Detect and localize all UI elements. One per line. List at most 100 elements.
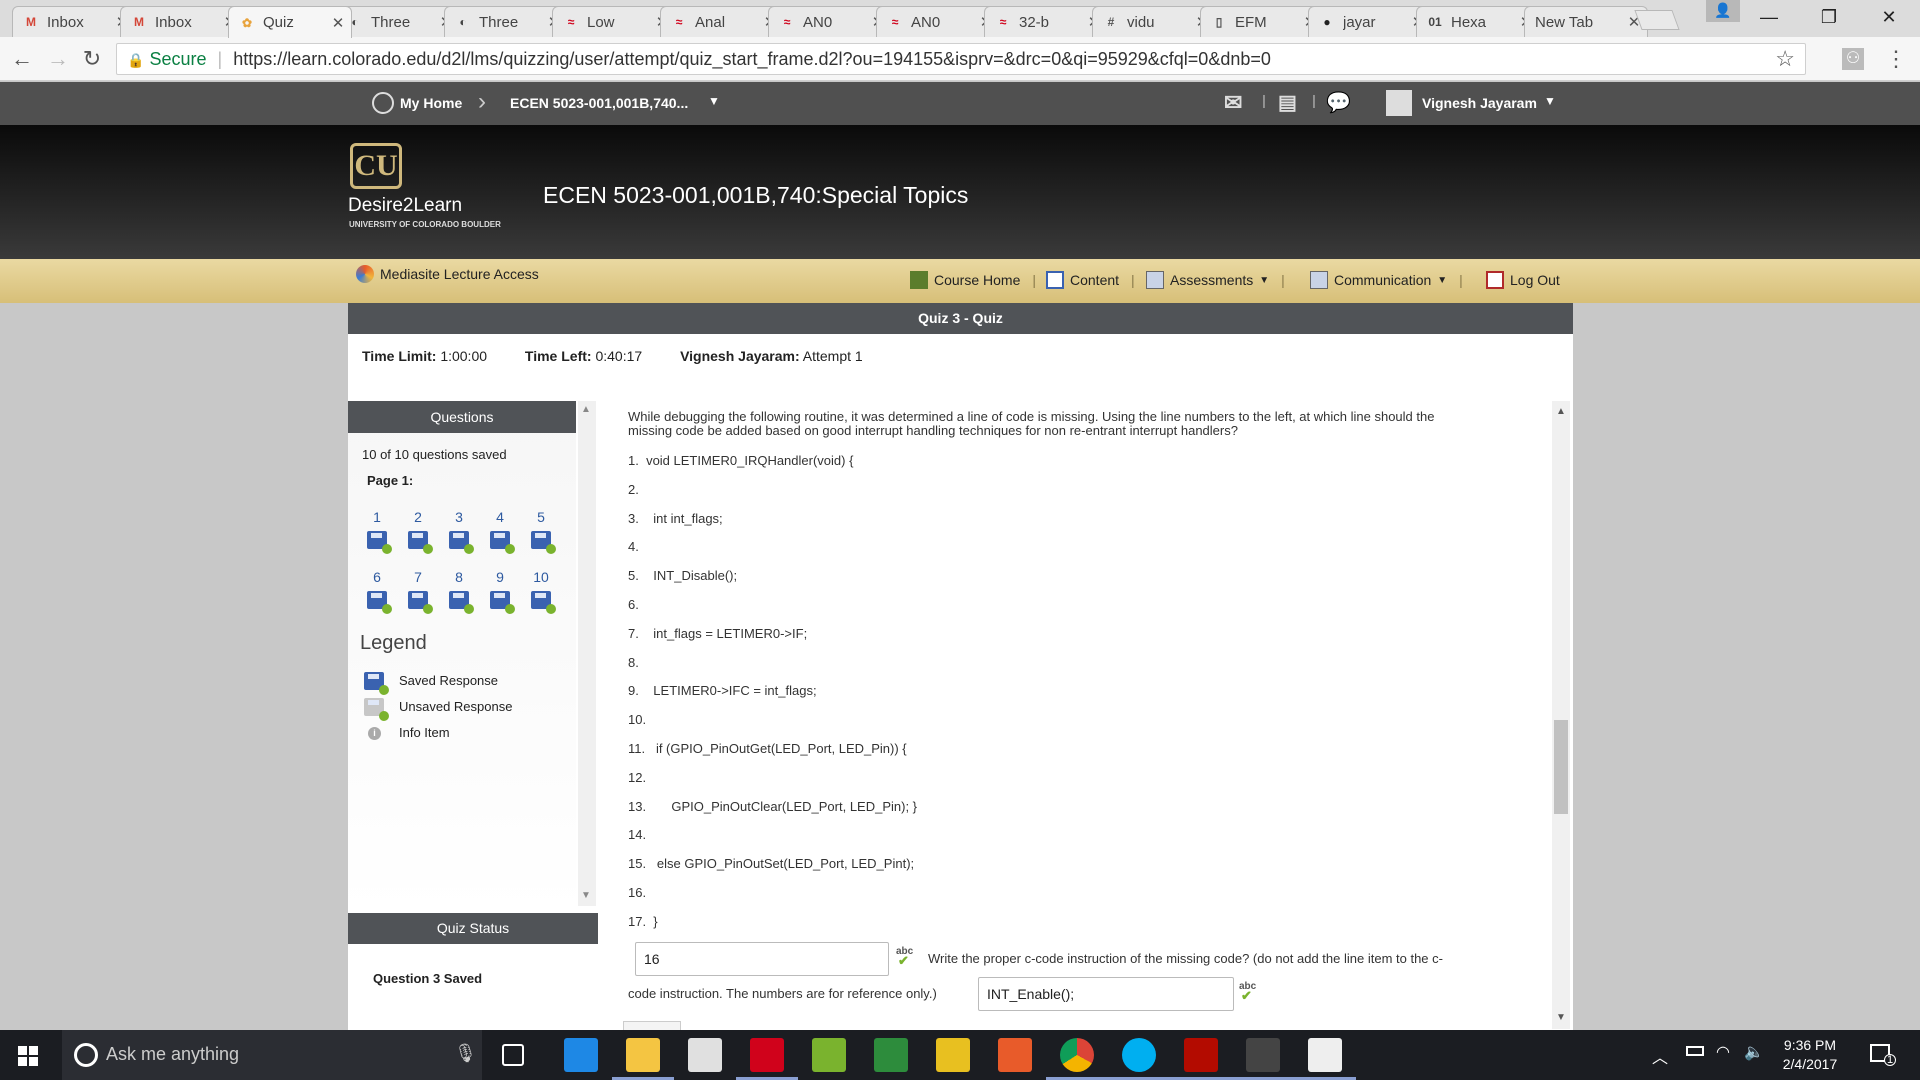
clock[interactable]: 9:36 PM 2/4/2017 [1768,1036,1852,1074]
assessments-icon [1146,271,1164,289]
spellcheck-icon[interactable]: abc [1239,981,1256,1004]
communication-menu[interactable]: Communication ▼ | [1310,271,1463,289]
skype-icon[interactable] [1122,1038,1156,1072]
content-scrollbar[interactable] [1552,401,1570,1029]
scroll-down-icon[interactable]: ▼ [1556,1012,1566,1023]
line-number-answer-input[interactable]: 16 [635,942,889,976]
scroll-up-icon[interactable]: ▲ [1556,406,1566,417]
store-icon[interactable] [688,1038,722,1072]
assessments-menu[interactable]: Assessments ▼ | [1146,271,1285,289]
browser-tab[interactable]: ≈AN0✕ [768,6,892,37]
spellcheck-icon[interactable]: abc [896,946,913,969]
code-answer-input[interactable]: INT_Enable(); [978,977,1234,1011]
photos-icon[interactable] [1308,1038,1342,1072]
browser-tab[interactable]: ≈AN0✕ [876,6,1000,37]
logout-link[interactable]: Log Out [1486,271,1560,289]
discussions-icon[interactable]: 💬 [1326,90,1351,115]
wifi-icon[interactable]: ◠ [1716,1042,1730,1062]
address-bar[interactable]: 🔒 Secure | https://learn.colorado.edu/d2… [116,43,1806,75]
new-tab-button[interactable] [1634,10,1680,30]
browser-tab[interactable]: ◐Three✕ [336,6,460,37]
mediasite-link[interactable]: Mediasite Lecture Access [356,265,539,283]
my-home-link[interactable]: My Home [400,95,462,111]
updates-icon[interactable]: ▤ [1278,90,1297,115]
saved-response-icon[interactable] [449,591,474,614]
question-link-7[interactable]: 7 [404,569,432,585]
profile-icon[interactable]: 👤 [1706,0,1740,22]
bookmark-star-icon[interactable]: ☆ [1775,44,1795,74]
scroll-up-icon[interactable]: ▲ [581,404,591,415]
home-icon[interactable] [372,92,394,114]
question-link-5[interactable]: 5 [527,509,555,525]
browser-tab[interactable]: #vidu✕ [1092,6,1216,37]
question-link-9[interactable]: 9 [486,569,514,585]
acrobat-icon[interactable] [1184,1038,1218,1072]
question-link-1[interactable]: 1 [363,509,391,525]
menu-icon[interactable]: ⋮ [1882,45,1910,73]
file-explorer-icon[interactable] [626,1038,660,1072]
terminal-app-icon[interactable] [936,1038,970,1072]
forward-icon[interactable]: → [44,45,72,73]
app-grid-icon[interactable] [812,1038,846,1072]
browser-tab[interactable]: MInbox✕ [120,6,244,37]
saved-response-icon[interactable] [408,531,433,554]
content-scroll-thumb[interactable] [1554,720,1568,814]
paint-app-icon[interactable] [998,1038,1032,1072]
browser-tab[interactable]: ▯EFM✕ [1200,6,1324,37]
browser-tab[interactable]: 01Hexa✕ [1416,6,1540,37]
browser-tab[interactable]: New Tab ✕ [1524,6,1648,37]
question-link-3[interactable]: 3 [445,509,473,525]
tab-title: Three [479,13,519,31]
question-link-10[interactable]: 10 [527,569,555,585]
browser-tab[interactable]: ≈Anal✕ [660,6,784,37]
browser-tab[interactable]: ●jayar✕ [1308,6,1432,37]
course-selector[interactable]: ECEN 5023-001,001B,740... [510,95,688,111]
avatar[interactable] [1386,90,1412,116]
restore-button[interactable]: ❐ [1800,0,1858,36]
tab-close-icon[interactable]: ✕ [331,14,345,32]
back-icon[interactable]: ← [8,45,36,73]
volume-icon[interactable]: 🔈 [1744,1042,1764,1062]
saved-response-icon[interactable] [531,531,556,554]
course-dropdown-icon[interactable]: ▼ [708,94,720,108]
saved-response-icon[interactable] [367,531,392,554]
saved-response-icon[interactable] [408,591,433,614]
cortana-search[interactable]: Ask me anything 🎙 [62,1030,482,1080]
saved-response-icon[interactable] [490,531,515,554]
close-window-button[interactable]: ✕ [1860,0,1918,36]
reload-icon[interactable]: ↻ [78,45,106,73]
saved-response-icon[interactable] [449,531,474,554]
user-menu[interactable]: Vignesh Jayaram [1422,95,1537,111]
edge-icon[interactable] [564,1038,598,1072]
battery-icon[interactable] [1686,1046,1704,1056]
course-home-link[interactable]: Course Home | [910,271,1036,289]
silabs-app-icon[interactable] [750,1038,784,1072]
saved-response-icon[interactable] [367,591,392,614]
browser-tab[interactable]: ✿ Quiz ✕ [228,6,352,38]
minimize-button[interactable]: — [1740,0,1798,36]
extension-icon[interactable]: ⚇ [1842,48,1864,70]
question-link-4[interactable]: 4 [486,509,514,525]
question-link-8[interactable]: 8 [445,569,473,585]
chrome-icon[interactable] [1060,1038,1094,1072]
browser-tab[interactable]: ◐Three✕ [444,6,568,37]
cu-logo-icon[interactable]: CU [350,143,402,189]
microphone-icon[interactable]: 🎙 [454,1043,477,1064]
scroll-down-icon[interactable]: ▼ [581,890,591,901]
saved-response-icon[interactable] [531,591,556,614]
question-link-2[interactable]: 2 [404,509,432,525]
content-link[interactable]: Content | [1046,271,1135,289]
user-dropdown-icon[interactable]: ▼ [1544,94,1556,108]
network-app-icon[interactable] [874,1038,908,1072]
messages-icon[interactable]: ✉ [1224,90,1242,116]
tray-chevron-icon[interactable]: ︿ [1652,1044,1668,1068]
question-link-6[interactable]: 6 [363,569,391,585]
calculator-icon[interactable] [1246,1038,1280,1072]
browser-tab[interactable]: ≈Low✕ [552,6,676,37]
saved-response-icon[interactable] [490,591,515,614]
questions-scrollbar[interactable] [578,401,596,906]
browser-tab[interactable]: ≈32-b✕ [984,6,1108,37]
windows-start-icon[interactable] [18,1046,38,1066]
browser-tab[interactable]: MInbox✕ [12,6,136,37]
task-view-icon[interactable] [502,1044,524,1066]
